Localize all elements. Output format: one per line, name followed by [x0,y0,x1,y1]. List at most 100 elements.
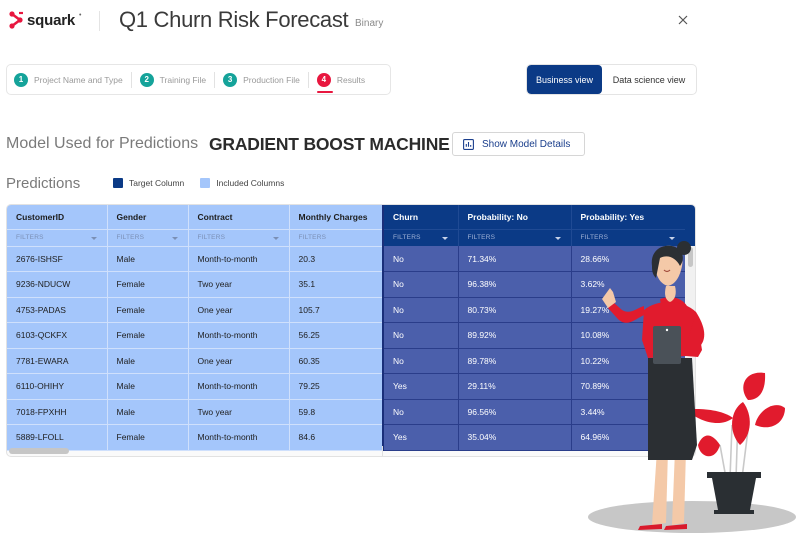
show-model-details-button[interactable]: Show Model Details [452,132,585,156]
wizard-stepper: 1 Project Name and Type 2 Training File … [6,64,391,95]
close-icon [678,15,688,25]
cell-customer-id: 6103-QCKFX [7,322,108,349]
column-filter-customer-id[interactable]: FILTERS [7,229,108,247]
step-separator [214,71,216,88]
cell-gender: Male [107,373,189,400]
cell-gender: Female [107,297,189,323]
cell-churn: No [382,297,459,323]
cell-churn: Yes [382,373,459,400]
cell-contract: Month-to-month [188,424,290,451]
table-row[interactable]: 4753-PADAS Female One year 105.7 No 80.73% 19.… [7,297,686,323]
cell-contract: One year [188,297,290,323]
column-filter-prob-yes[interactable]: FILTERS [571,228,686,246]
data-science-view-button[interactable]: Data science view [602,65,696,94]
cell-gender: Female [107,271,189,298]
legend-included-columns: Included Columns [200,178,284,188]
column-header-gender[interactable]: Gender [107,205,189,230]
table-row[interactable]: 2676-ISHSF Male Month-to-month 20.3 No 71.34%… [7,246,686,272]
header-divider [99,11,100,31]
step-label: Production File [243,74,300,85]
column-filter-churn[interactable]: FILTERS [382,228,459,246]
step-separator [307,71,309,88]
column-header-prob-no[interactable]: Probability: No [458,205,572,229]
filter-dropdown-caret-icon[interactable] [90,236,97,240]
column-header-customer-id[interactable]: CustomerID [7,205,108,230]
cell-contract: Month-to-month [188,246,290,272]
cell-monthly-charges: 60.35 [289,348,384,374]
column-header-monthly-charges[interactable]: Monthly Charges [289,205,384,230]
cell-monthly-charges: 84.6 [289,424,384,451]
cell-gender: Male [107,348,189,374]
vertical-scrollbar-thumb[interactable] [688,247,693,267]
step-project-name[interactable]: 1 Project Name and Type [14,65,123,94]
cell-customer-id: 6110-OHIHY [7,373,108,400]
step-number: 1 [14,72,28,87]
logo-trademark: • [79,11,82,19]
filter-placeholder: FILTERS [298,234,327,241]
legend-label: Included Columns [216,178,285,188]
cell-prob-no: 35.04% [458,424,572,451]
cell-prob-yes: 28.66% [571,246,686,272]
filter-dropdown-caret-icon[interactable] [272,236,279,240]
cell-gender: Female [107,424,189,451]
cell-gender: Male [107,246,189,272]
legend-swatch-target [113,178,123,188]
step-production-file[interactable]: 3 Production File [223,65,300,94]
cell-contract: One year [188,348,290,374]
squark-logo[interactable]: squark • [8,10,81,30]
cell-prob-yes: 64.96% [571,424,686,451]
column-filter-gender[interactable]: FILTERS [107,229,189,247]
cell-monthly-charges: 35.1 [289,271,384,298]
close-button[interactable] [676,13,690,27]
cell-contract: Month-to-month [188,322,290,349]
step-label: Training File [159,74,207,85]
business-view-button[interactable]: Business view [527,65,602,94]
squark-logo-icon [8,10,24,30]
filter-dropdown-caret-icon[interactable] [171,236,178,240]
column-filter-prob-no[interactable]: FILTERS [458,228,572,246]
cell-prob-no: 96.56% [458,399,572,425]
active-step-indicator [316,91,333,93]
cell-customer-id: 4753-PADAS [7,297,108,323]
table-row[interactable]: 6103-QCKFX Female Month-to-month 56.25 No 89.… [7,322,686,349]
legend-label: Target Column [129,178,185,188]
column-header-churn[interactable]: Churn [382,205,459,229]
cell-prob-no: 29.11% [458,373,572,400]
cell-prob-no: 71.34% [458,246,572,272]
bar-chart-icon [463,138,474,150]
column-filter-contract[interactable]: FILTERS [188,229,290,247]
legend-swatch-included [200,178,211,188]
step-training-file[interactable]: 2 Training File [139,65,207,94]
cell-monthly-charges: 79.25 [289,373,384,400]
cell-prob-yes: 70.89% [571,373,686,400]
table-row[interactable]: 7781-EWARA Male One year 60.35 No 89.78% 10.22… [7,348,686,374]
cell-prob-no: 96.38% [458,271,572,298]
column-filter-monthly-charges[interactable]: FILTERS [289,229,384,247]
table-row[interactable]: 9236-NDUCW Female Two year 35.1 No 96.38% 3.62… [7,271,686,298]
table-row[interactable]: 6110-OHIHY Male Month-to-month 79.25 Yes 29.1… [7,373,686,400]
filter-dropdown-caret-icon[interactable] [668,236,675,240]
filter-dropdown-caret-icon[interactable] [554,236,561,240]
cell-customer-id: 7781-EWARA [7,348,108,374]
step-separator [130,71,132,88]
cell-monthly-charges: 20.3 [289,246,384,272]
table-row[interactable]: 7018-FPXHH Male Two year 59.8 No 96.56% 3.44% [7,399,686,425]
filter-placeholder: FILTERS [116,234,145,241]
table-row[interactable]: 5889-LFOLL Female Month-to-month 84.6 Yes 35.… [7,424,686,451]
cell-customer-id: 2676-ISHSF [7,246,108,272]
cell-customer-id: 7018-FPXHH [7,399,108,425]
vertical-scrollbar-track [685,246,695,448]
model-name: GRADIENT BOOST MACHINE [209,134,450,154]
filter-placeholder: FILTERS [16,234,44,241]
filter-dropdown-caret-icon[interactable] [441,236,448,240]
cell-prob-yes: 19.27% [571,297,686,323]
filter-placeholder: FILTERS [467,234,496,242]
cell-prob-no: 89.78% [458,348,572,374]
step-number: 2 [139,72,154,87]
step-results[interactable]: 4 Results [316,65,365,94]
horizontal-scrollbar-thumb[interactable] [9,448,69,454]
cell-prob-yes: 3.44% [571,399,686,425]
cell-prob-yes: 10.08% [571,322,686,349]
column-header-contract[interactable]: Contract [188,205,290,230]
column-header-prob-yes[interactable]: Probability: Yes [571,205,686,229]
